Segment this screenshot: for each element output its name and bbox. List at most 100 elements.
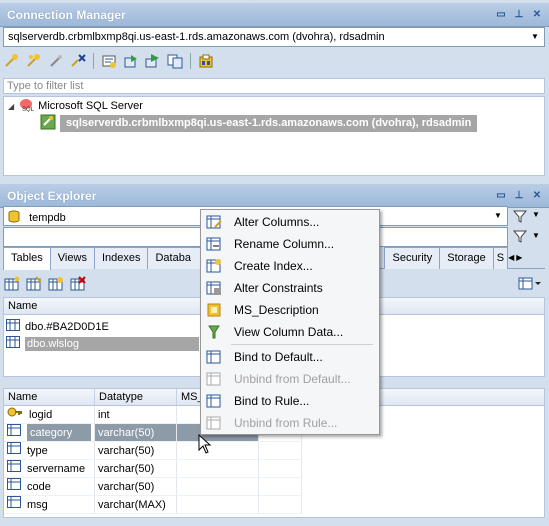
refresh-icon[interactable] (121, 51, 141, 71)
tab-more[interactable]: S (492, 247, 509, 269)
menu-item-view-column-data[interactable]: View Column Data... (201, 321, 379, 343)
column-ms-description[interactable] (177, 442, 259, 460)
column-name: type (27, 444, 48, 457)
view-options-icon[interactable] (518, 276, 542, 292)
column-name: msg (27, 498, 48, 511)
close-icon[interactable]: ✕ (531, 190, 543, 202)
table-script-icon[interactable] (46, 274, 66, 294)
menu-item-alter-columns[interactable]: Alter Columns... (201, 211, 379, 233)
connection-select[interactable]: sqlserverdb.crbmlbxmp8qi.us-east-1.rds.a… (3, 27, 545, 47)
column-row[interactable]: msg varchar(MAX) (4, 496, 544, 514)
view-data-icon (201, 324, 227, 340)
column-row[interactable]: code varchar(50) (4, 478, 544, 496)
filter-input[interactable]: Type to filter list (3, 78, 545, 94)
unbind-default-icon (201, 371, 227, 387)
new-connection-icon[interactable] (2, 51, 22, 71)
column-row[interactable]: servername varchar(50) (4, 460, 544, 478)
database-connection-icon (40, 114, 56, 133)
connection-toolbar (2, 51, 216, 71)
menu-item-bind-to-default[interactable]: Bind to Default... (201, 346, 379, 368)
column-name: category (27, 424, 91, 441)
tab-views[interactable]: Views (49, 247, 95, 269)
column-datatype: int (95, 406, 177, 424)
column-icon (7, 478, 21, 495)
menu-item-bind-to-rule[interactable]: Bind to Rule... (201, 390, 379, 412)
column-row[interactable]: type varchar(50) (4, 442, 544, 460)
filter-funnel-icon[interactable] (512, 228, 528, 244)
menu-item-label: Create Index... (234, 259, 313, 273)
tab-tables[interactable]: Tables (3, 247, 51, 270)
new-table-icon[interactable] (2, 274, 22, 294)
column-extra-cell (259, 460, 302, 478)
table-properties-icon[interactable] (24, 274, 44, 294)
chevron-down-icon[interactable]: ▼ (491, 209, 505, 223)
chevron-down-icon[interactable]: ▼ (532, 231, 540, 240)
column-name-cell: logid (4, 406, 95, 424)
close-icon[interactable]: ✕ (531, 9, 543, 21)
alter-constraints-icon (201, 280, 227, 296)
menu-item-create-index[interactable]: Create Index... (201, 255, 379, 277)
column-datatype: varchar(50) (95, 424, 177, 442)
column-header-datatype[interactable]: Datatype (95, 389, 177, 405)
menu-item-rename-column[interactable]: Rename Column... (201, 233, 379, 255)
collapse-triangle-icon[interactable]: ◢ (8, 102, 14, 111)
chevron-down-icon[interactable]: ▼ (532, 210, 540, 219)
restore-icon[interactable]: ▭ (495, 190, 507, 202)
menu-item-alter-constraints[interactable]: Alter Constraints (201, 277, 379, 299)
menu-item-label: Bind to Default... (234, 350, 323, 364)
chevron-down-icon[interactable]: ▼ (528, 30, 542, 44)
table-row[interactable]: dbo.#BA2D0D1E (6, 318, 109, 335)
drop-table-icon[interactable] (68, 274, 88, 294)
column-datatype: varchar(50) (95, 460, 177, 478)
column-icon (7, 460, 21, 477)
bind-default-icon (201, 349, 227, 365)
tab-storage[interactable]: Storage (439, 247, 494, 269)
tree-node-connection[interactable]: sqlserverdb.crbmlbxmp8qi.us-east-1.rds.a… (40, 114, 478, 133)
disconnect-icon[interactable] (68, 51, 88, 71)
connection-manager-title: Connection Manager (7, 8, 126, 22)
column-icon (7, 424, 21, 441)
pin-icon[interactable]: ⊥ (513, 190, 525, 202)
tab-databases[interactable]: Databa (147, 247, 208, 269)
column-name-cell: msg (4, 496, 95, 514)
unbind-rule-icon (201, 415, 227, 431)
column-extra-cell (259, 478, 302, 496)
sql-server-icon: SQL (18, 98, 35, 115)
menu-item-ms-description[interactable]: MS_Description (201, 299, 379, 321)
table-icon (6, 336, 20, 351)
column-ms-description[interactable] (177, 478, 259, 496)
column-name-cell: code (4, 478, 95, 496)
edit-connection-icon[interactable] (46, 51, 66, 71)
column-ms-description[interactable] (177, 496, 259, 514)
connection-group-icon[interactable] (196, 51, 216, 71)
column-name-cell: category (4, 424, 95, 442)
table-name: dbo.#BA2D0D1E (25, 320, 109, 333)
menu-item-unbind-from-default: Unbind from Default... (201, 368, 379, 390)
object-explorer-title: Object Explorer (7, 189, 97, 203)
column-extra-cell (259, 496, 302, 514)
toolbar-separator (190, 53, 191, 69)
column-ms-description[interactable] (177, 460, 259, 478)
tables-toolbar (2, 274, 88, 294)
tab-indexes[interactable]: Indexes (93, 247, 149, 269)
copy-icon[interactable] (165, 51, 185, 71)
tab-security[interactable]: Security (384, 247, 441, 269)
properties-icon[interactable] (99, 51, 119, 71)
database-icon (8, 210, 20, 225)
tab-scroll-right-icon[interactable]: ▶ (515, 247, 523, 268)
mouse-cursor-icon (198, 433, 212, 457)
tab-scroll-left-icon[interactable]: ◀ (507, 247, 515, 268)
table-row-selected[interactable]: dbo.wlslog (6, 335, 199, 352)
alter-columns-icon (201, 214, 227, 230)
import-icon[interactable] (143, 51, 163, 71)
connect-icon[interactable] (24, 51, 44, 71)
column-header-name[interactable]: Name (4, 389, 95, 405)
svg-text:SQL: SQL (22, 107, 34, 112)
object-explorer-titlebar: Object Explorer ▭ ⊥ ✕ (0, 184, 549, 208)
filter-funnel-icon[interactable] (512, 208, 528, 224)
tree-node-sql-server[interactable]: ◢ SQL Microsoft SQL Server (8, 97, 143, 115)
column-name: servername (27, 462, 86, 475)
menu-item-label: Bind to Rule... (234, 394, 310, 408)
restore-icon[interactable]: ▭ (495, 9, 507, 21)
pin-icon[interactable]: ⊥ (513, 9, 525, 21)
